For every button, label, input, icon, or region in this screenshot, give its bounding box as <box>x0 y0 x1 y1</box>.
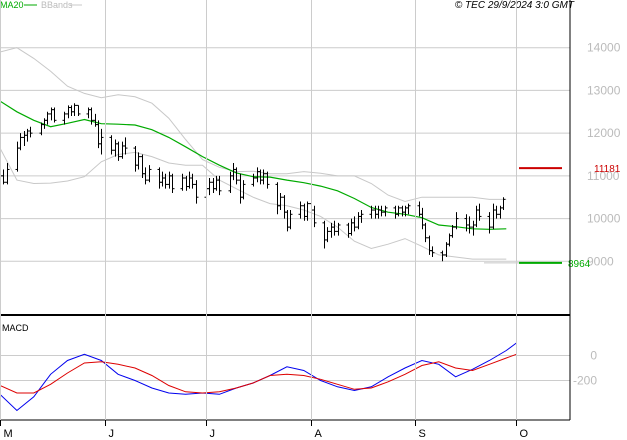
x-tick-label: J <box>109 428 115 440</box>
x-tick-label: O <box>520 428 529 440</box>
stock-chart: MA20 BBands © TEC 29/9/2024 3:0 GMT 1400… <box>0 0 627 440</box>
price-y-tick-label: 10000 <box>587 212 621 226</box>
legend-bbands: BBands <box>41 0 73 10</box>
chart-background <box>0 0 627 440</box>
macd-title: MACD <box>2 323 29 333</box>
resistance-label: 11181 <box>594 164 621 175</box>
macd-y-tick-label: -200 <box>573 374 597 388</box>
x-tick-label: J <box>210 428 216 440</box>
x-tick-label: S <box>419 428 426 440</box>
x-tick-label: M <box>4 428 13 440</box>
price-y-tick-label: 12000 <box>587 126 621 140</box>
copyright-text: © TEC 29/9/2024 3:0 GMT <box>455 0 575 11</box>
price-y-tick-label: 14000 <box>587 41 621 55</box>
support-label: 8964 <box>568 259 591 270</box>
price-y-tick-label: 13000 <box>587 83 621 97</box>
x-tick-label: A <box>315 428 323 440</box>
legend-ma20: MA20 <box>0 0 24 10</box>
price-y-tick-label: 9000 <box>587 254 614 268</box>
macd-y-tick-label: 0 <box>590 349 597 363</box>
